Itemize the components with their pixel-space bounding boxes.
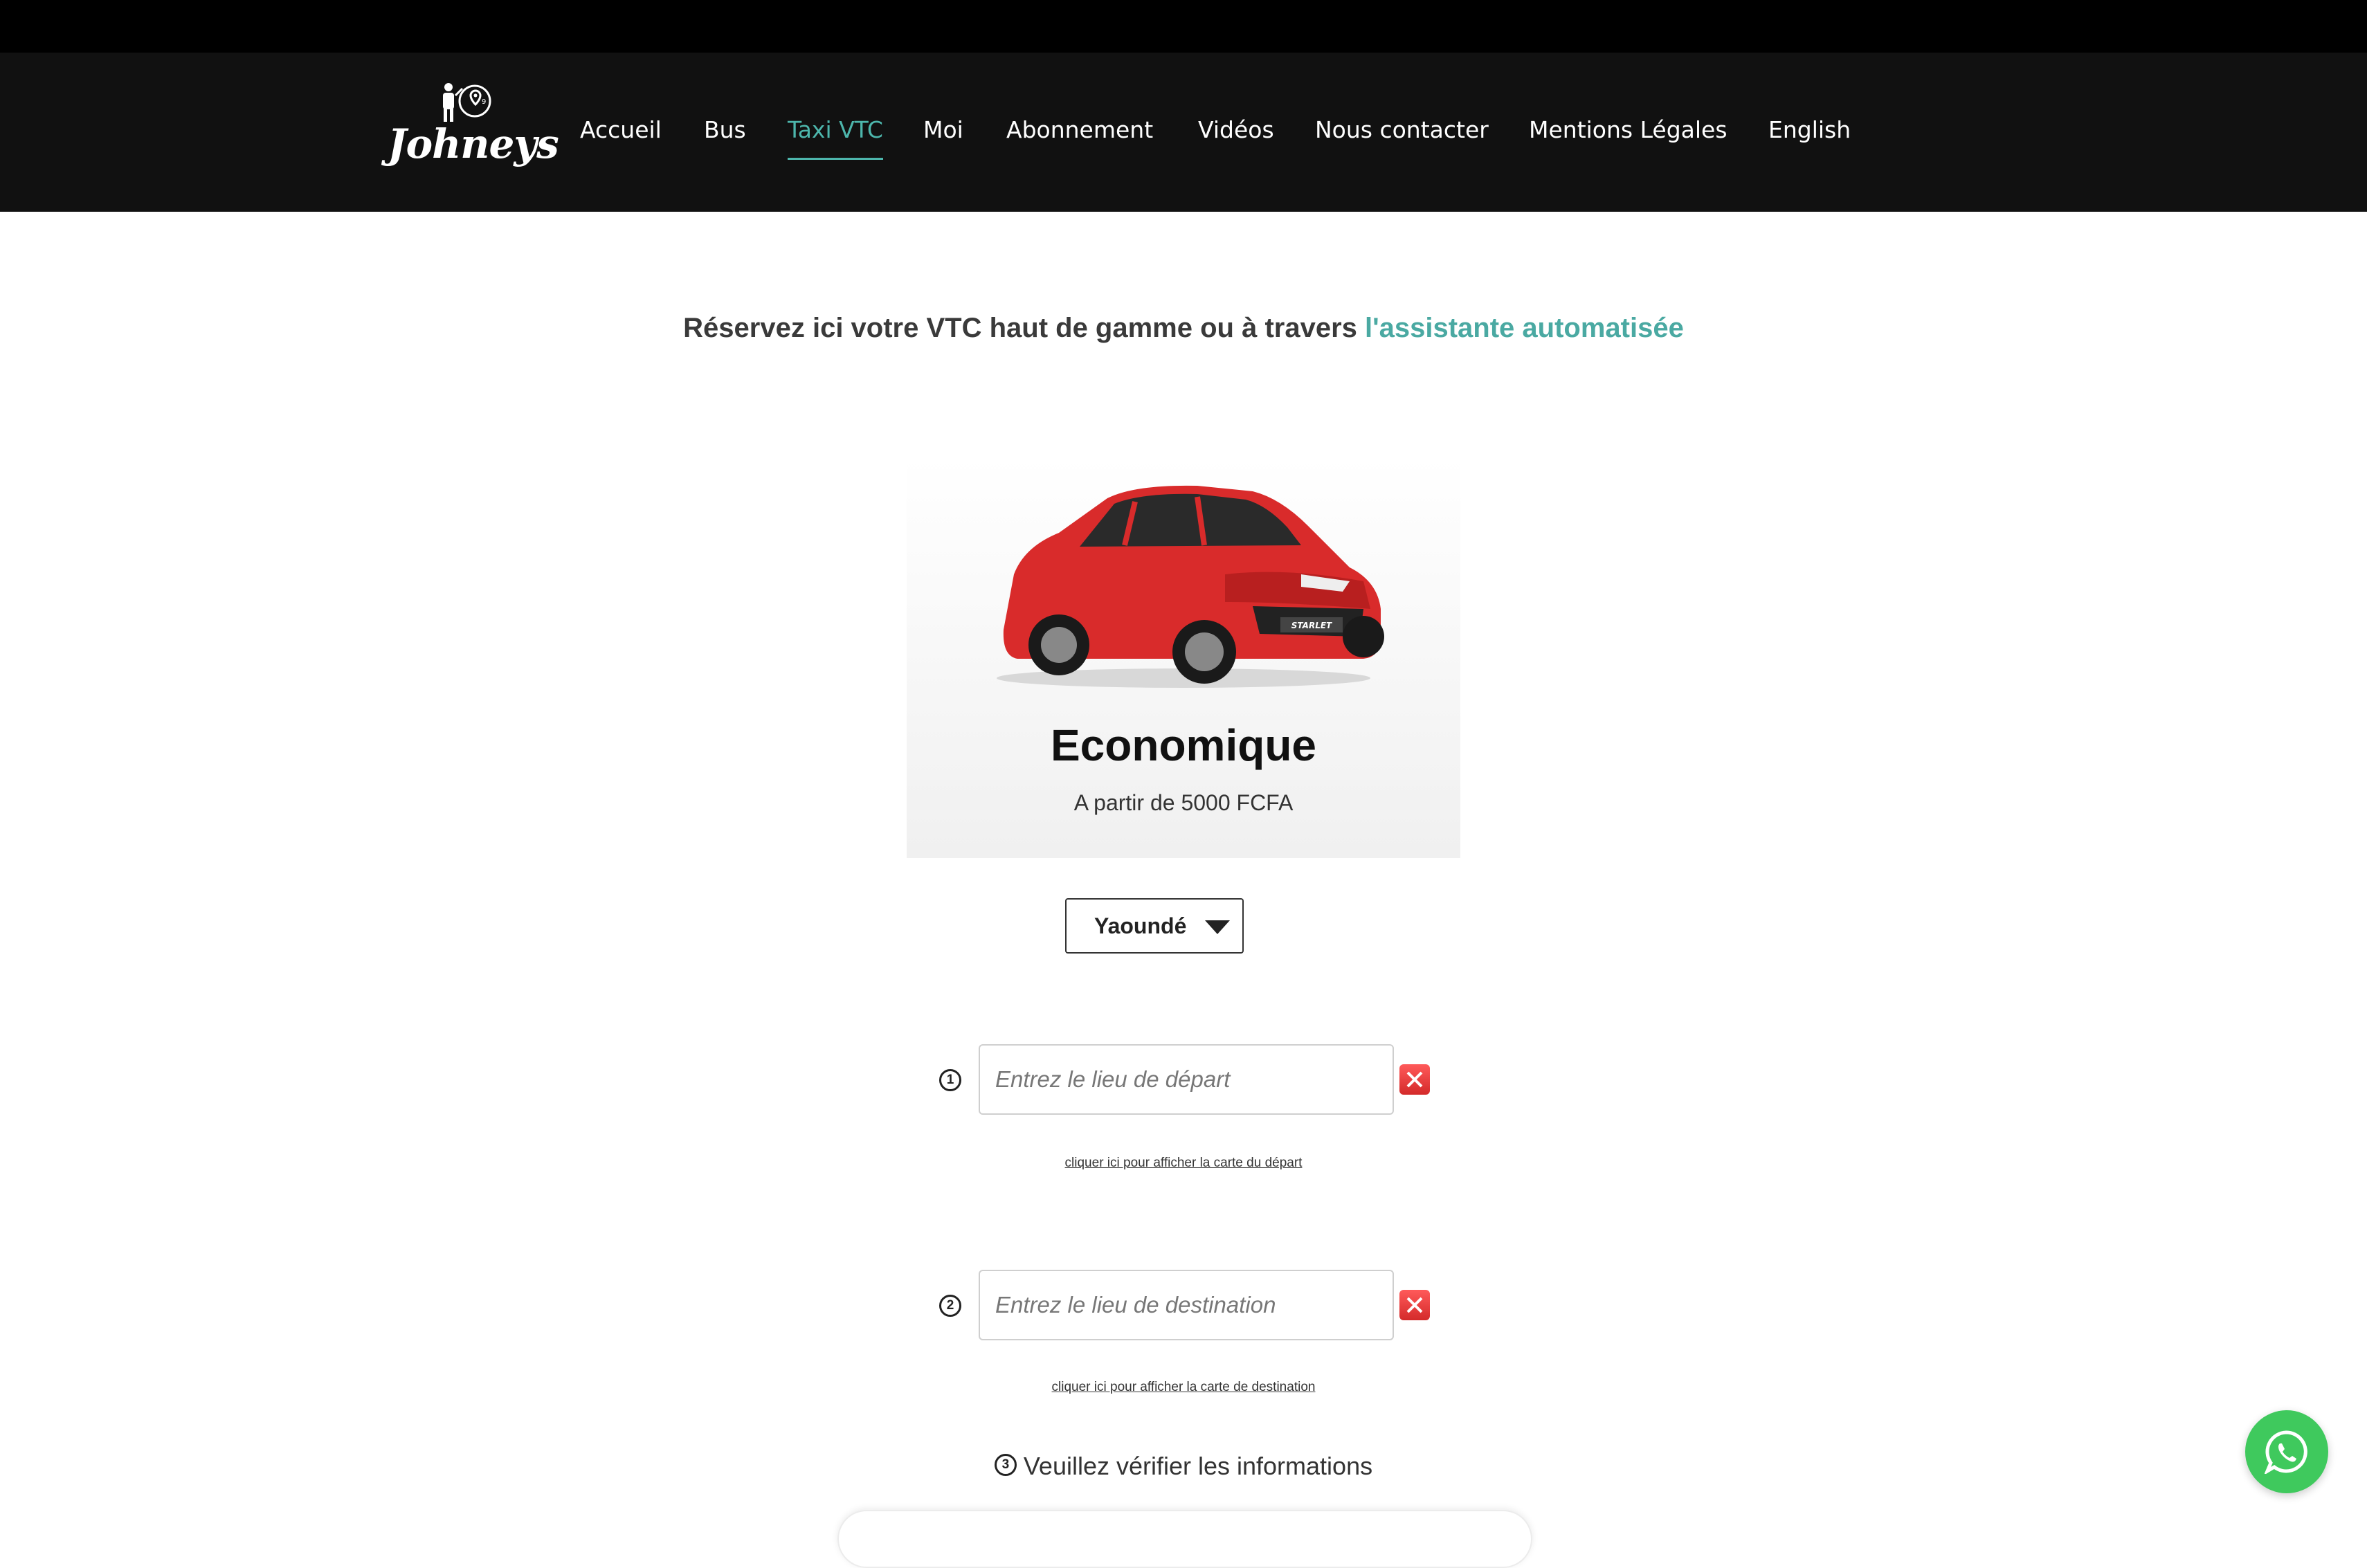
vehicle-class-title: Economique	[1050, 720, 1317, 770]
destination-input[interactable]	[979, 1270, 1394, 1340]
nav-taxi-vtc[interactable]: Taxi VTC	[788, 116, 883, 160]
clear-departure-button[interactable]	[1399, 1064, 1430, 1095]
departure-map-link[interactable]: cliquer ici pour afficher la carte du dé…	[0, 1156, 2367, 1171]
brand-logo[interactable]: 9 Johneys	[388, 80, 559, 191]
city-select[interactable]: Yaoundé	[1065, 898, 1244, 954]
nav-moi[interactable]: Moi	[923, 116, 963, 143]
page-headline: Réservez ici votre VTC haut de gamme ou …	[0, 313, 2367, 344]
city-selected-value: Yaoundé	[1094, 913, 1187, 938]
car-image: STARLET	[997, 485, 1384, 688]
whatsapp-chat-button[interactable]	[2245, 1410, 2328, 1493]
caret-down-icon	[1205, 920, 1230, 934]
nav-accueil[interactable]: Accueil	[580, 116, 662, 143]
site-header: 9 Johneys Accueil Bus Taxi VTC Moi Abonn…	[0, 53, 2367, 212]
svg-text:9: 9	[482, 98, 486, 106]
browser-top-strip	[0, 0, 2367, 53]
traveler-pin-icon: 9	[443, 83, 491, 122]
headline-text: Réservez ici votre VTC haut de gamme ou …	[683, 313, 1365, 343]
step-2-badge: 2	[939, 1295, 961, 1317]
nav-bus[interactable]: Bus	[704, 116, 746, 143]
nav-videos[interactable]: Vidéos	[1198, 116, 1274, 143]
clear-x-icon	[1406, 1297, 1423, 1313]
nav-contact[interactable]: Nous contacter	[1315, 116, 1489, 143]
clear-x-icon	[1406, 1071, 1423, 1088]
nav-english[interactable]: English	[1768, 116, 1851, 143]
clear-destination-button[interactable]	[1399, 1290, 1430, 1320]
departure-input[interactable]	[979, 1044, 1394, 1115]
verify-label: Veuillez vérifier les informations	[1023, 1452, 1373, 1480]
step-1-badge: 1	[939, 1069, 961, 1091]
summary-panel	[837, 1510, 1532, 1568]
step-3-badge: 3	[994, 1454, 1017, 1477]
nav-mentions-legales[interactable]: Mentions Légales	[1529, 116, 1727, 143]
vehicle-card[interactable]: STARLET Economique A partir de 5000 FCFA	[907, 457, 1460, 858]
nav-abonnement[interactable]: Abonnement	[1006, 116, 1153, 143]
plate-text: STARLET	[1291, 621, 1332, 630]
destination-map-link[interactable]: cliquer ici pour afficher la carte de de…	[0, 1380, 2367, 1395]
brand-name: Johneys	[388, 120, 559, 167]
whatsapp-icon	[2265, 1430, 2307, 1474]
vehicle-price: A partir de 5000 FCFA	[1073, 790, 1294, 815]
assistant-link[interactable]: l'assistante automatisée	[1365, 313, 1684, 343]
verify-section-heading: 3 Veuillez vérifier les informations	[0, 1452, 2367, 1481]
